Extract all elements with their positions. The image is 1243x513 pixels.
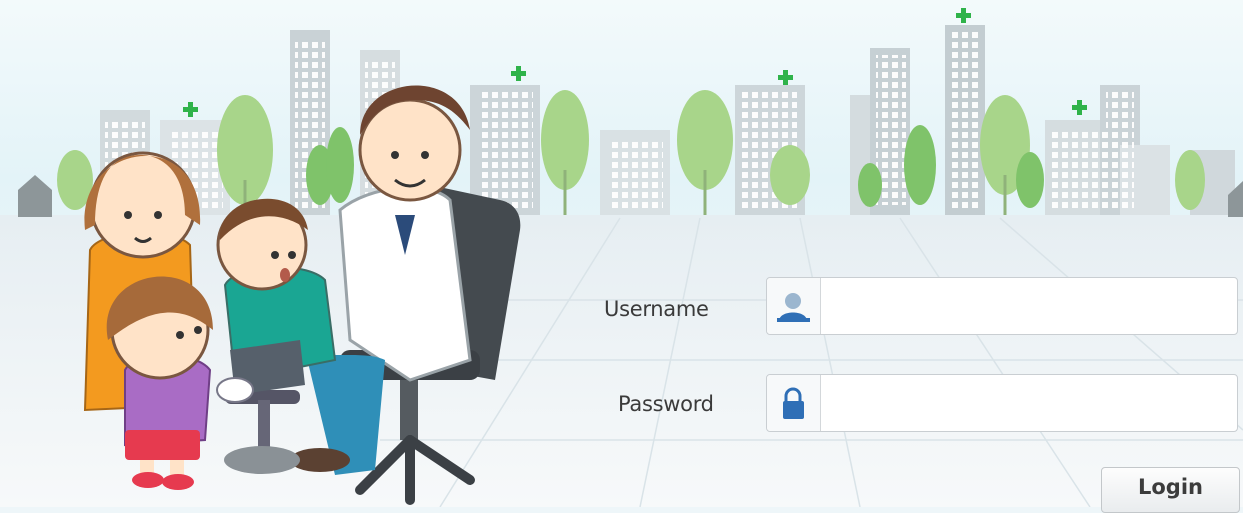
user-icon [767, 278, 821, 334]
lock-icon [767, 375, 821, 431]
username-label: Username [604, 297, 709, 321]
username-input[interactable] [822, 278, 1232, 334]
login-button[interactable]: Login [1101, 467, 1240, 513]
password-field-group [766, 374, 1238, 432]
password-input[interactable] [822, 375, 1232, 431]
username-field-group [766, 277, 1238, 335]
password-label: Password [618, 392, 714, 416]
